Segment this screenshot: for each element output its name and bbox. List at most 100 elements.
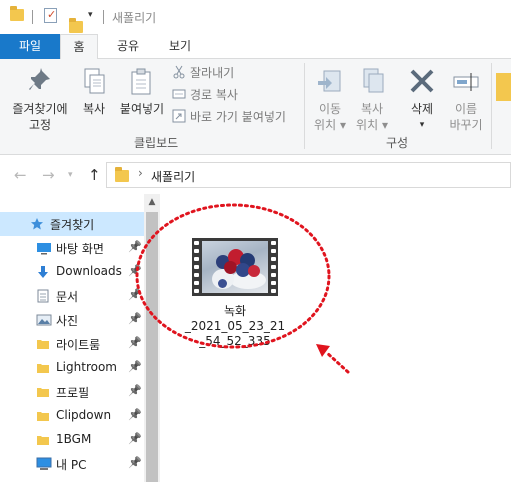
folder-icon bbox=[115, 167, 129, 182]
sidebar-item[interactable]: Lightroom 📌 bbox=[0, 356, 144, 380]
sidebar-item-label: 프로필 bbox=[56, 386, 90, 400]
properties-icon[interactable] bbox=[44, 8, 57, 23]
film-sprocket bbox=[271, 257, 276, 261]
move-to-label-line2: 위치 ▾ bbox=[314, 118, 346, 132]
film-sprocket bbox=[271, 289, 276, 293]
new-folder-icon[interactable] bbox=[69, 18, 83, 33]
copy-button[interactable]: 복사 bbox=[78, 67, 110, 117]
folder-icon bbox=[36, 361, 50, 378]
sidebar-item[interactable]: 사진 📌 bbox=[0, 308, 144, 332]
tab-file[interactable]: 파일 bbox=[0, 34, 60, 59]
film-sprocket bbox=[194, 241, 199, 245]
pin-icon[interactable]: 📌 bbox=[128, 264, 142, 277]
copy-path-button[interactable]: 경로 복사 bbox=[172, 87, 238, 103]
sidebar-item-label: Downloads bbox=[56, 264, 122, 278]
sidebar-item-label: 바탕 화면 bbox=[56, 242, 104, 256]
group-separator bbox=[304, 63, 305, 149]
move-to-label-line1: 이동 bbox=[318, 102, 342, 116]
clipboard-group-label: 클립보드 bbox=[134, 136, 179, 150]
desktop-icon bbox=[36, 241, 52, 258]
pin-icon[interactable]: 📌 bbox=[128, 432, 142, 445]
recent-locations-icon[interactable]: ▾ bbox=[68, 170, 73, 180]
pc-icon bbox=[36, 457, 52, 474]
paste-icon bbox=[128, 67, 156, 97]
sidebar-item[interactable]: 프로필 📌 bbox=[0, 380, 144, 404]
copy-to-icon bbox=[358, 67, 386, 97]
sidebar-item-label: 즐겨찾기 bbox=[50, 218, 95, 232]
copy-label: 복사 bbox=[82, 102, 106, 116]
tab-share[interactable]: 공유 bbox=[108, 34, 148, 59]
folder-icon bbox=[36, 385, 50, 402]
ribbon-home-panel: 즐겨찾기에 고정 복사 붙여넣기 잘라내기 경로 복사 바로 가기 붙여넣기 클… bbox=[0, 59, 511, 155]
folder-icon bbox=[36, 409, 50, 426]
cut-button[interactable]: 잘라내기 bbox=[172, 65, 234, 81]
pin-icon[interactable]: 📌 bbox=[128, 312, 142, 325]
file-name[interactable]: 녹화 _2021_05_23_21 _54_52_335 bbox=[180, 304, 290, 349]
sidebar-item[interactable]: 내 PC 📌 bbox=[0, 452, 144, 476]
pin-icon[interactable]: 📌 bbox=[128, 384, 142, 397]
rename-button[interactable]: 이름 바꾸기 bbox=[446, 67, 486, 133]
delete-dropdown-icon[interactable]: ▾ bbox=[402, 117, 442, 133]
sidebar-item[interactable]: 1BGM 📌 bbox=[0, 428, 144, 452]
star-icon bbox=[30, 217, 44, 234]
film-sprocket bbox=[194, 273, 199, 277]
file-name-line3: _54_52_335 bbox=[199, 334, 271, 348]
pin-to-quick-access-button[interactable]: 즐겨찾기에 고정 bbox=[6, 67, 74, 133]
sidebar-item[interactable]: 문서 📌 bbox=[0, 284, 144, 308]
breadcrumb-current[interactable]: 새폴리기 bbox=[151, 168, 195, 185]
forward-arrow-icon[interactable]: → bbox=[42, 166, 55, 184]
film-sprocket bbox=[194, 265, 199, 269]
pin-icon[interactable]: 📌 bbox=[128, 288, 142, 301]
film-sprocket bbox=[271, 265, 276, 269]
shortcut-icon bbox=[172, 109, 186, 123]
nav-scrollbar[interactable]: ▲ bbox=[144, 194, 160, 482]
address-bar[interactable]: › 새폴리기 bbox=[106, 162, 511, 188]
paste-shortcut-button[interactable]: 바로 가기 붙여넣기 bbox=[172, 109, 286, 125]
pin-icon[interactable]: 📌 bbox=[128, 408, 142, 421]
file-list-area[interactable]: 녹화 _2021_05_23_21 _54_52_335 bbox=[160, 194, 511, 482]
new-folder-icon[interactable] bbox=[496, 73, 511, 101]
rename-icon bbox=[452, 67, 480, 97]
move-to-button[interactable]: 이동 위치 ▾ bbox=[312, 67, 348, 133]
document-icon bbox=[36, 289, 50, 306]
sidebar-item[interactable]: Clipdown 📌 bbox=[0, 404, 144, 428]
sidebar-item-label: 사진 bbox=[56, 314, 79, 328]
pin-icon[interactable]: 📌 bbox=[128, 360, 142, 373]
organize-group-label: 구성 bbox=[386, 136, 409, 150]
file-name-line2: _2021_05_23_21 bbox=[184, 319, 286, 333]
copy-to-button[interactable]: 복사 위치 ▾ bbox=[354, 67, 390, 133]
up-arrow-icon[interactable]: ↑ bbox=[88, 166, 101, 184]
sidebar-item-label: 1BGM bbox=[56, 432, 92, 446]
film-sprocket bbox=[194, 281, 199, 285]
scroll-up-icon[interactable]: ▲ bbox=[144, 194, 160, 211]
sidebar-item[interactable]: 즐겨찾기 bbox=[0, 212, 144, 236]
pin-icon bbox=[26, 67, 54, 97]
film-sprocket bbox=[194, 249, 199, 253]
sidebar-item[interactable]: 라이트룸 📌 bbox=[0, 332, 144, 356]
tab-view[interactable]: 보기 bbox=[160, 34, 200, 59]
scroll-thumb[interactable] bbox=[146, 212, 158, 482]
sidebar-item[interactable]: Downloads 📌 bbox=[0, 260, 144, 284]
file-item[interactable]: 녹화 _2021_05_23_21 _54_52_335 bbox=[180, 238, 290, 349]
ribbon-tabs: 파일 홈 공유 보기 bbox=[0, 34, 511, 60]
sidebar-item[interactable]: 바탕 화면 📌 bbox=[0, 236, 144, 260]
pictures-icon bbox=[36, 313, 52, 330]
copy-to-label-line1: 복사 bbox=[360, 102, 384, 116]
path-icon bbox=[172, 87, 186, 101]
paste-label: 붙여넣기 bbox=[119, 102, 165, 116]
film-sprocket bbox=[194, 257, 199, 261]
title-separator bbox=[103, 10, 104, 24]
pin-icon[interactable]: 📌 bbox=[128, 456, 142, 469]
rename-label-line2: 바꾸기 bbox=[449, 118, 483, 132]
paste-button[interactable]: 붙여넣기 bbox=[116, 67, 168, 117]
pin-icon[interactable]: 📌 bbox=[128, 240, 142, 253]
back-arrow-icon[interactable]: ← bbox=[14, 166, 27, 184]
breadcrumb-chevron-icon[interactable]: › bbox=[138, 166, 143, 180]
tab-home[interactable]: 홈 bbox=[60, 34, 98, 60]
scissors-icon bbox=[172, 65, 186, 79]
delete-button[interactable]: 삭제 ▾ bbox=[402, 67, 442, 133]
customize-toolbar-icon[interactable]: ▾ bbox=[88, 10, 93, 20]
pin-icon[interactable]: 📌 bbox=[128, 336, 142, 349]
navigation-pane: 즐겨찾기 바탕 화면 📌 Downloads 📌 문서 📌 사진 📌 라이트룸 📌 Lightroom… bbox=[0, 194, 144, 482]
group-separator bbox=[491, 63, 492, 149]
